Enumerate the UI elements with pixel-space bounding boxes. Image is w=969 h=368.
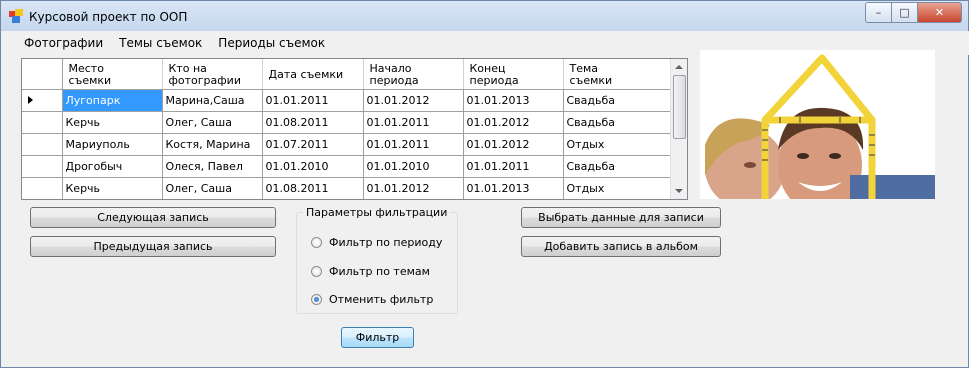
menu-periods[interactable]: Периоды съемок — [210, 32, 333, 54]
cell-theme[interactable]: Отдых — [563, 133, 674, 156]
select-data-button[interactable]: Выбрать данные для записи — [521, 207, 721, 228]
cell-period-end[interactable]: 01.01.2012 — [463, 111, 564, 134]
menu-themes[interactable]: Темы съемок — [111, 32, 210, 54]
column-header-people[interactable]: Кто на фотографии — [162, 59, 263, 90]
row-header[interactable] — [22, 111, 63, 134]
radio-filter-period-circle[interactable] — [311, 237, 322, 248]
table-row[interactable]: Керчь Олег, Саша 01.08.2011 01.01.2012 0… — [22, 177, 674, 199]
cell-date[interactable]: 01.01.2010 — [262, 155, 364, 178]
scroll-up-arrow-icon[interactable] — [675, 65, 683, 69]
album-photo — [700, 50, 935, 199]
cell-theme[interactable]: Отдых — [563, 177, 674, 199]
table-row[interactable]: Дрогобыч Олеся, Павел 01.01.2010 01.01.2… — [22, 155, 674, 178]
next-record-button[interactable]: Следующая запись — [30, 207, 276, 228]
cell-date[interactable]: 01.01.2011 — [262, 89, 364, 112]
radio-filter-theme-label[interactable]: Фильтр по темам — [329, 265, 430, 278]
cell-period-end[interactable]: 01.01.2011 — [463, 155, 564, 178]
radio-cancel-filter[interactable]: Отменить фильтр — [311, 293, 433, 306]
cell-people[interactable]: Марина,Саша — [162, 89, 263, 112]
table-row[interactable]: Лугопарк Марина,Саша 01.01.2011 01.01.20… — [22, 89, 674, 112]
cell-period-end[interactable]: 01.01.2013 — [463, 89, 564, 112]
scrollbar-thumb[interactable] — [673, 75, 686, 139]
cell-people[interactable]: Олег, Саша — [162, 177, 263, 199]
maximize-button[interactable]: □ — [892, 2, 918, 23]
add-to-album-button[interactable]: Добавить запись в альбом — [521, 236, 721, 257]
cell-theme[interactable]: Свадьба — [563, 155, 674, 178]
row-header[interactable] — [22, 177, 63, 199]
cell-date[interactable]: 01.07.2011 — [262, 133, 364, 156]
column-header-place[interactable]: Место съемки — [62, 59, 163, 90]
grid-vertical-scrollbar[interactable] — [670, 59, 687, 199]
cell-period-end[interactable]: 01.01.2012 — [463, 133, 564, 156]
main-window: Курсовой проект по ООП – □ ✕ Фотографии … — [0, 0, 969, 368]
column-header-theme[interactable]: Тема съемки — [563, 59, 674, 90]
row-header[interactable] — [22, 133, 63, 156]
minimize-icon: – — [875, 6, 882, 19]
radio-filter-theme[interactable]: Фильтр по темам — [311, 265, 430, 278]
column-header-period-start[interactable]: Начало периода — [363, 59, 464, 90]
table-row[interactable]: Мариуполь Костя, Марина 01.07.2011 01.01… — [22, 133, 674, 156]
cell-place[interactable]: Керчь — [62, 177, 163, 199]
close-button[interactable]: ✕ — [918, 2, 962, 23]
scroll-down-arrow-icon[interactable] — [675, 189, 683, 193]
cell-period-start[interactable]: 01.01.2012 — [363, 89, 464, 112]
minimize-button[interactable]: – — [865, 2, 892, 23]
filter-group-title: Параметры фильтрации — [303, 206, 451, 219]
cell-place[interactable]: Мариуполь — [62, 133, 163, 156]
radio-cancel-filter-label[interactable]: Отменить фильтр — [329, 293, 433, 306]
cell-theme[interactable]: Свадьба — [563, 111, 674, 134]
cell-place[interactable]: Дрогобыч — [62, 155, 163, 178]
cell-period-end[interactable]: 01.01.2013 — [463, 177, 564, 199]
header-row: Место съемки Кто на фотографии Дата съем… — [22, 59, 674, 90]
cell-period-start[interactable]: 01.01.2011 — [363, 111, 464, 134]
cell-date[interactable]: 01.08.2011 — [262, 111, 364, 134]
records-table: Место съемки Кто на фотографии Дата съем… — [22, 59, 674, 199]
cell-period-start[interactable]: 01.01.2011 — [363, 133, 464, 156]
maximize-icon: □ — [899, 6, 910, 19]
current-row-arrow-icon — [28, 95, 33, 104]
radio-filter-theme-circle[interactable] — [311, 266, 322, 277]
cell-people[interactable]: Олеся, Павел — [162, 155, 263, 178]
title-bar: Курсовой проект по ООП – □ ✕ — [1, 1, 968, 31]
row-header-corner — [22, 59, 63, 90]
cell-place[interactable]: Керчь — [62, 111, 163, 134]
radio-filter-period[interactable]: Фильтр по периоду — [311, 236, 442, 249]
radio-filter-period-label[interactable]: Фильтр по периоду — [329, 236, 442, 249]
cell-people[interactable]: Костя, Марина — [162, 133, 263, 156]
row-header[interactable] — [22, 155, 63, 178]
previous-record-button[interactable]: Предыдущая запись — [30, 236, 276, 257]
close-icon: ✕ — [934, 6, 945, 19]
table-row[interactable]: Керчь Олег, Саша 01.08.2011 01.01.2011 0… — [22, 111, 674, 134]
menu-photos[interactable]: Фотографии — [16, 32, 111, 54]
cell-period-start[interactable]: 01.01.2012 — [363, 177, 464, 199]
cell-place[interactable]: Лугопарк — [62, 89, 163, 112]
row-header[interactable] — [22, 89, 63, 112]
cell-period-start[interactable]: 01.01.2010 — [363, 155, 464, 178]
cell-people[interactable]: Олег, Саша — [162, 111, 263, 134]
column-header-period-end[interactable]: Конец периода — [463, 59, 564, 90]
window-controls: – □ ✕ — [865, 2, 962, 23]
window-title: Курсовой проект по ООП — [29, 10, 188, 24]
cell-theme[interactable]: Свадьба — [563, 89, 674, 112]
cell-date[interactable]: 01.08.2011 — [262, 177, 364, 199]
radio-cancel-filter-circle[interactable] — [311, 294, 322, 305]
app-icon — [9, 9, 23, 23]
records-grid[interactable]: Место съемки Кто на фотографии Дата съем… — [21, 58, 688, 200]
filter-button[interactable]: Фильтр — [341, 327, 414, 348]
column-header-date[interactable]: Дата съемки — [262, 59, 364, 90]
